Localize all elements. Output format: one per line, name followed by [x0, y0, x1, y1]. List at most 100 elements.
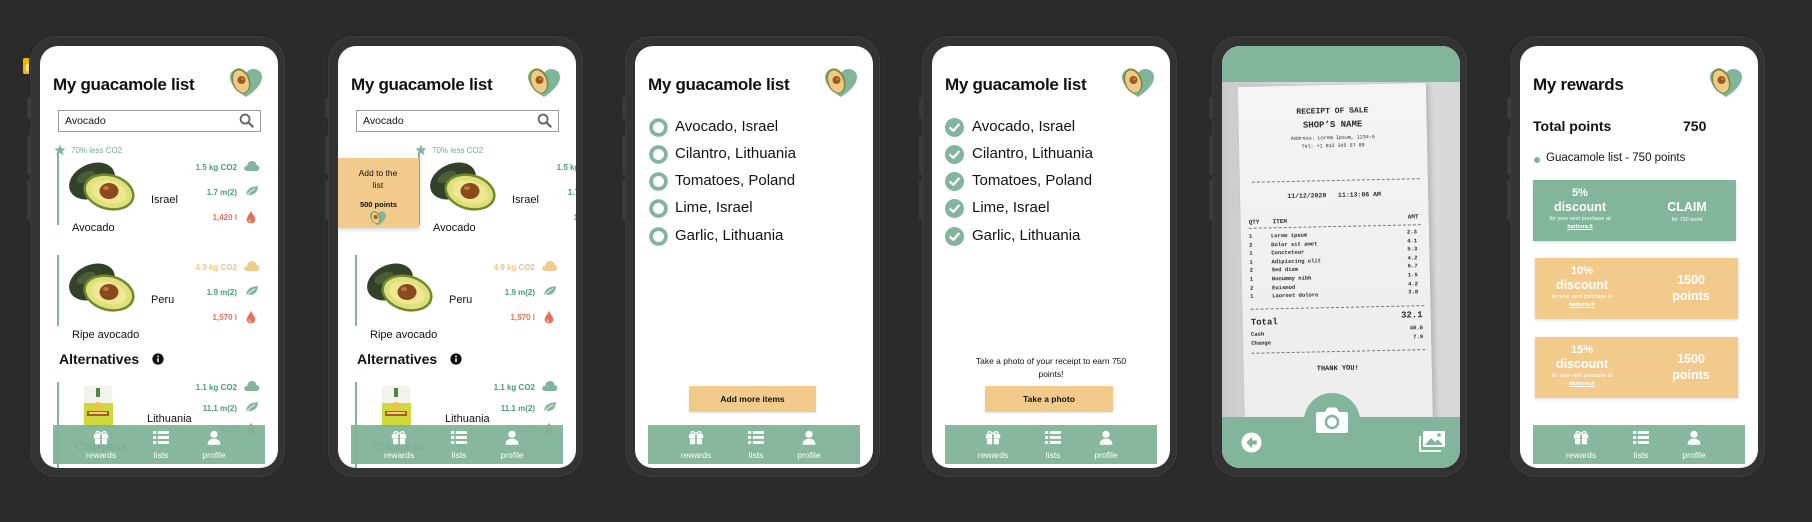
- nav-profile[interactable]: profile: [784, 425, 834, 464]
- page-title: My guacamole list: [648, 75, 790, 94]
- receipt-item: Laoreet dolore: [1272, 291, 1319, 300]
- checklist-item-label: Garlic, Lithuania: [675, 227, 784, 244]
- nav-lists[interactable]: lists: [136, 425, 186, 464]
- back-arrow-icon[interactable]: [1241, 432, 1262, 453]
- discount-label: discount: [1553, 200, 1607, 214]
- alternative-card-chickpeas[interactable]: ChickpeasLithuania1.1 kg CO211.1 m(2)410…: [40, 46, 278, 468]
- receipt-amt: 4.1: [1407, 236, 1418, 245]
- checked-circle-icon[interactable]: [945, 118, 964, 137]
- checklist-item-label: Cilantro, Lithuania: [972, 145, 1093, 162]
- receipt-qty: 2: [1249, 284, 1254, 292]
- bottom-nav: rewards lists profile: [945, 425, 1157, 464]
- receipt-amt: 5.3: [1407, 245, 1418, 253]
- checked-circle-icon[interactable]: [945, 145, 964, 164]
- nav-label: lists: [748, 450, 764, 460]
- screen: My rewards Total points 750 Guacamole list …: [1520, 46, 1758, 468]
- nav-lists[interactable]: lists: [731, 425, 781, 464]
- receipt-item: Euismod: [1271, 283, 1296, 291]
- receipt-amt: 4.2: [1407, 254, 1418, 262]
- checklist-item-label: Avocado, Israel: [972, 118, 1076, 135]
- nav-rewards[interactable]: rewards: [374, 425, 424, 464]
- nav-label: rewards: [85, 450, 117, 460]
- receipt-amt: 1.5: [1407, 271, 1418, 279]
- person-icon: [206, 430, 222, 445]
- nav-rewards[interactable]: rewards: [671, 425, 721, 464]
- avocado-heart-logo: [824, 68, 858, 98]
- checklist-item[interactable]: Avocado, Israel: [635, 117, 873, 137]
- alternative-card-chickpeas[interactable]: ChickpeasLithuania1.1 kg CO211.1 m(2)410…: [338, 46, 576, 468]
- unchecked-circle-icon[interactable]: [649, 199, 668, 218]
- nav-lists[interactable]: lists: [434, 425, 484, 464]
- phone-checklist: My guacamole list Avocado, Israel Cilantro…: [622, 36, 880, 477]
- receipt-item: Adipiscing elit: [1271, 257, 1322, 266]
- nav-label: profile: [1682, 450, 1706, 460]
- receipt-qty: 2: [1249, 241, 1253, 249]
- nav-profile[interactable]: profile: [1081, 425, 1131, 464]
- checklist-item[interactable]: Cilantro, Lithuania: [635, 144, 873, 164]
- checklist-item[interactable]: Tomatoes, Poland: [635, 171, 873, 191]
- checked-circle-icon[interactable]: [945, 172, 964, 191]
- divider: [1250, 305, 1425, 310]
- barbora-link[interactable]: barbora.lt: [1530, 224, 1630, 230]
- total-points-label: Total points: [1533, 118, 1612, 134]
- camera-icon[interactable]: [1315, 406, 1349, 434]
- checklist-item[interactable]: Garlic, Lithuania: [932, 226, 1170, 246]
- checklist-item[interactable]: Lime, Israel: [932, 198, 1170, 218]
- receipt-amt: 6.7: [1407, 262, 1418, 270]
- side-button: [1507, 135, 1510, 175]
- nav-profile[interactable]: profile: [1669, 425, 1719, 464]
- barbora-link[interactable]: barbora.lt: [1532, 302, 1632, 308]
- nav-rewards[interactable]: rewards: [968, 425, 1018, 464]
- checked-circle-icon[interactable]: [945, 227, 964, 246]
- unchecked-circle-icon[interactable]: [649, 227, 668, 246]
- checklist-item[interactable]: Lime, Israel: [635, 198, 873, 218]
- phone-search: My guacamole list Avocado 70% less CO2 Avoc…: [27, 36, 285, 477]
- unchecked-circle-icon[interactable]: [649, 145, 668, 164]
- nav-profile[interactable]: profile: [487, 425, 537, 464]
- nav-lists[interactable]: lists: [1616, 425, 1666, 464]
- side-button: [622, 135, 625, 175]
- checklist-item[interactable]: Avocado, Israel: [932, 117, 1170, 137]
- discount-subtext: for your next purchase at: [1551, 294, 1613, 300]
- claim-button[interactable]: CLAIM: [1637, 200, 1737, 214]
- receipt-heading: RECEIPT OF SALE: [1296, 106, 1369, 117]
- list-icon: [748, 430, 764, 445]
- co2-value: 1.1 kg CO2: [493, 383, 535, 392]
- reward-card-2[interactable]: 15% discount for your next purchase at barb…: [1535, 337, 1738, 398]
- top-bar: [1222, 46, 1460, 82]
- unchecked-circle-icon[interactable]: [649, 172, 668, 191]
- side-button: [325, 135, 328, 175]
- divider: [1251, 178, 1420, 183]
- receipt-amt: 2.3: [1406, 228, 1417, 236]
- checklist-item[interactable]: Cilantro, Lithuania: [932, 144, 1170, 164]
- checklist-item[interactable]: Garlic, Lithuania: [635, 226, 873, 246]
- side-button: [1209, 135, 1212, 175]
- nav-lists[interactable]: lists: [1028, 425, 1078, 464]
- add-more-items-button[interactable]: Add more items: [689, 386, 816, 412]
- checklist-item-label: Garlic, Lithuania: [972, 227, 1081, 244]
- shutter-button[interactable]: [1304, 393, 1360, 449]
- nav-rewards[interactable]: rewards: [76, 425, 126, 464]
- nav-profile[interactable]: profile: [189, 425, 239, 464]
- phone-receipt-camera: RECEIPT OF SALE SHOP’S NAME Address: Lorem…: [1209, 36, 1467, 477]
- avocado-heart-logo: [1709, 68, 1743, 98]
- take-photo-button[interactable]: Take a photo: [985, 386, 1113, 412]
- checklist-item[interactable]: Tomatoes, Poland: [932, 171, 1170, 191]
- receipt-qty: 1: [1250, 292, 1254, 300]
- gift-icon: [1573, 430, 1589, 445]
- reward-card-0[interactable]: 5% discount for your next purchase at barbo…: [1533, 180, 1736, 241]
- bottom-nav: rewards lists profile: [648, 425, 860, 464]
- nav-label: profile: [500, 450, 524, 460]
- unchecked-circle-icon[interactable]: [649, 118, 668, 137]
- gift-icon: [985, 430, 1001, 445]
- gallery-icon[interactable]: [1418, 430, 1446, 452]
- discount-label: discount: [1555, 357, 1609, 371]
- receipt-caption: Take a photo of your receipt to earn 750…: [975, 356, 1127, 379]
- nav-rewards[interactable]: rewards: [1556, 425, 1606, 464]
- reward-card-1[interactable]: 10% discount for your next purchase at barb…: [1535, 258, 1738, 319]
- nav-label: rewards: [1565, 450, 1597, 460]
- barbora-link[interactable]: barbora.lt: [1532, 381, 1632, 387]
- checked-circle-icon[interactable]: [945, 199, 964, 218]
- nav-label: rewards: [383, 450, 415, 460]
- phone-checklist-done: My guacamole list Avocado, Israel Cilantro…: [919, 36, 1177, 477]
